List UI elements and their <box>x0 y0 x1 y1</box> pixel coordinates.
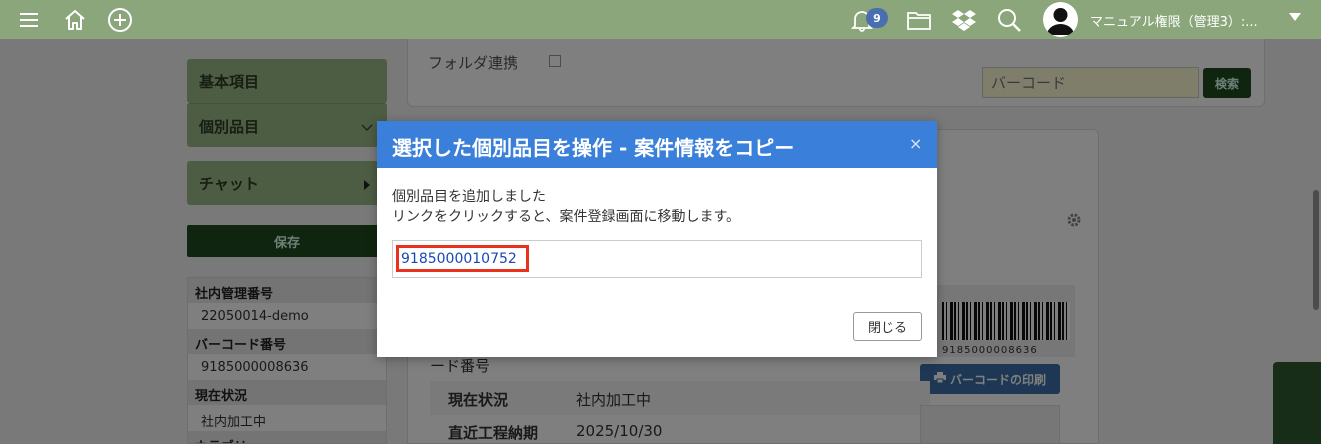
hamburger-menu-icon[interactable] <box>15 6 43 34</box>
modal-message-line2: リンクをクリックすると、案件登録画面に移動します。 <box>392 209 741 225</box>
home-icon[interactable] <box>61 6 89 34</box>
new-project-link[interactable]: 9185000010752 <box>401 251 517 267</box>
user-menu-caret-icon[interactable] <box>1289 13 1301 21</box>
search-icon[interactable] <box>995 6 1023 34</box>
notification-count-badge[interactable]: 9 <box>866 8 888 28</box>
user-avatar[interactable] <box>1043 2 1078 37</box>
close-icon[interactable]: × <box>909 134 922 153</box>
add-circle-icon[interactable] <box>106 6 134 34</box>
user-name[interactable]: マニュアル権限（管理3）:... <box>1090 11 1258 30</box>
top-navigation-bar: 9 マニュアル権限（管理3）:... <box>0 0 1321 39</box>
modal-title: 選択した個別品目を操作 - 案件情報をコピー <box>392 136 795 160</box>
modal-header: 選択した個別品目を操作 - 案件情報をコピー × <box>377 121 937 168</box>
modal-message-line1: 個別品目を追加しました <box>392 189 546 205</box>
copy-project-modal: 選択した個別品目を操作 - 案件情報をコピー × 個別品目を追加しました リンク… <box>377 121 937 357</box>
dropbox-icon[interactable] <box>950 6 978 34</box>
folder-icon[interactable] <box>905 6 933 34</box>
close-button[interactable]: 閉じる <box>853 312 922 341</box>
